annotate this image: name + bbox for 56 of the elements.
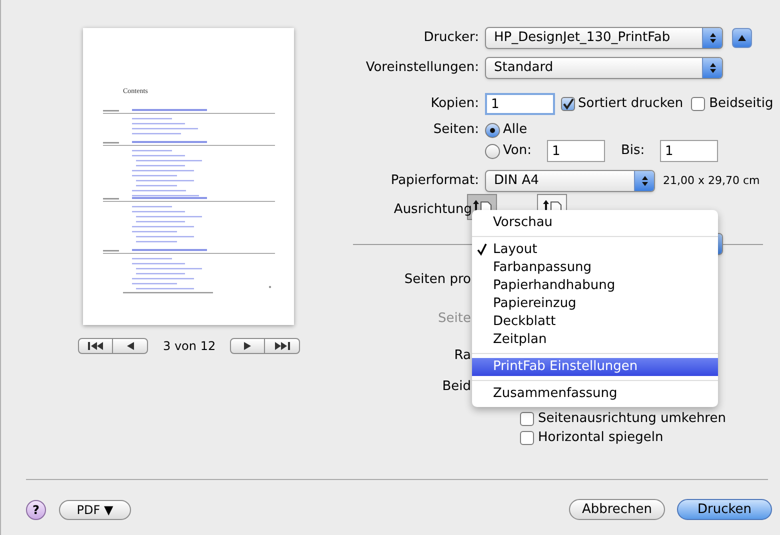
- help-button[interactable]: ?: [26, 500, 46, 520]
- checkbox[interactable]: [520, 431, 534, 445]
- up-arrow-icon: [738, 35, 746, 41]
- cancel-button[interactable]: Abbrechen: [569, 499, 665, 520]
- up-down-arrows-icon: [708, 62, 716, 74]
- field-label: Papierformat:: [390, 172, 479, 190]
- field-label: Kopien:: [430, 95, 479, 114]
- radio-label: Von:: [503, 142, 532, 160]
- field-label: Seiten:: [433, 121, 479, 140]
- page-indicator: 3 von 12: [163, 338, 216, 355]
- printer-popup[interactable]: HP_DesignJet_130_PrintFab: [485, 27, 723, 49]
- checkmark-icon: [477, 242, 487, 256]
- up-down-arrows-icon: [640, 175, 648, 187]
- menu-item[interactable]: Zusammenfassung: [472, 385, 718, 403]
- up-down-arrows-icon: [708, 32, 716, 44]
- checkbox-label: Beidseitig: [709, 95, 774, 114]
- page-navigation-control[interactable]: [230, 338, 300, 354]
- paper-size-popup[interactable]: DIN A4: [485, 170, 655, 192]
- menu-item[interactable]: Layout: [472, 241, 718, 259]
- checkbox-label: Seitenausrichtung umkehren: [538, 410, 726, 428]
- presets-popup[interactable]: Standard: [485, 57, 723, 79]
- menu-item[interactable]: Papiereinzug: [472, 295, 718, 313]
- print-button[interactable]: Drucken: [677, 499, 772, 520]
- to-field[interactable]: 1: [660, 140, 718, 162]
- menu-item[interactable]: Papierhandhabung: [472, 277, 718, 295]
- menu-item[interactable]: PrintFab Einstellungen: [472, 358, 718, 376]
- menu-item[interactable]: Deckblatt: [472, 313, 718, 331]
- paper-dimensions: 21,00 x 29,70 cm: [663, 172, 760, 189]
- field-label: Beid: [442, 378, 471, 396]
- field-label: Ausrichtung: [394, 200, 472, 218]
- radio-button[interactable]: [485, 144, 500, 158]
- field-label: Voreinstellungen:: [366, 59, 479, 78]
- checkbox[interactable]: [520, 412, 534, 426]
- copies-field[interactable]: 1: [485, 93, 555, 115]
- collapse-button[interactable]: [732, 28, 752, 48]
- checkbox-label: Horizontal spiegeln: [538, 429, 664, 448]
- radio-button[interactable]: [485, 122, 500, 138]
- field-label: Drucker:: [424, 29, 479, 48]
- last-page-icon: [274, 342, 290, 350]
- from-field[interactable]: 1: [547, 140, 605, 162]
- checkbox[interactable]: [561, 97, 575, 111]
- previous-icon: [126, 342, 134, 350]
- pdf-button[interactable]: PDF ▼: [59, 500, 131, 520]
- field-label: Bis:: [621, 142, 646, 160]
- menu-item[interactable]: Farbanpassung: [472, 259, 718, 277]
- menu-item[interactable]: Vorschau: [472, 214, 718, 232]
- field-label: Ra: [454, 347, 471, 366]
- checkbox-label: Sortiert drucken: [578, 95, 684, 114]
- radio-label: Alle: [503, 121, 528, 140]
- menu-item[interactable]: Zeitplan: [472, 331, 718, 349]
- first-page-icon: [88, 342, 104, 350]
- field-label: Seite: [438, 310, 471, 328]
- checkbox[interactable]: [691, 97, 706, 111]
- field-label: Seiten pro: [404, 271, 471, 290]
- page-navigation-control[interactable]: [78, 338, 148, 354]
- next-icon: [244, 342, 251, 350]
